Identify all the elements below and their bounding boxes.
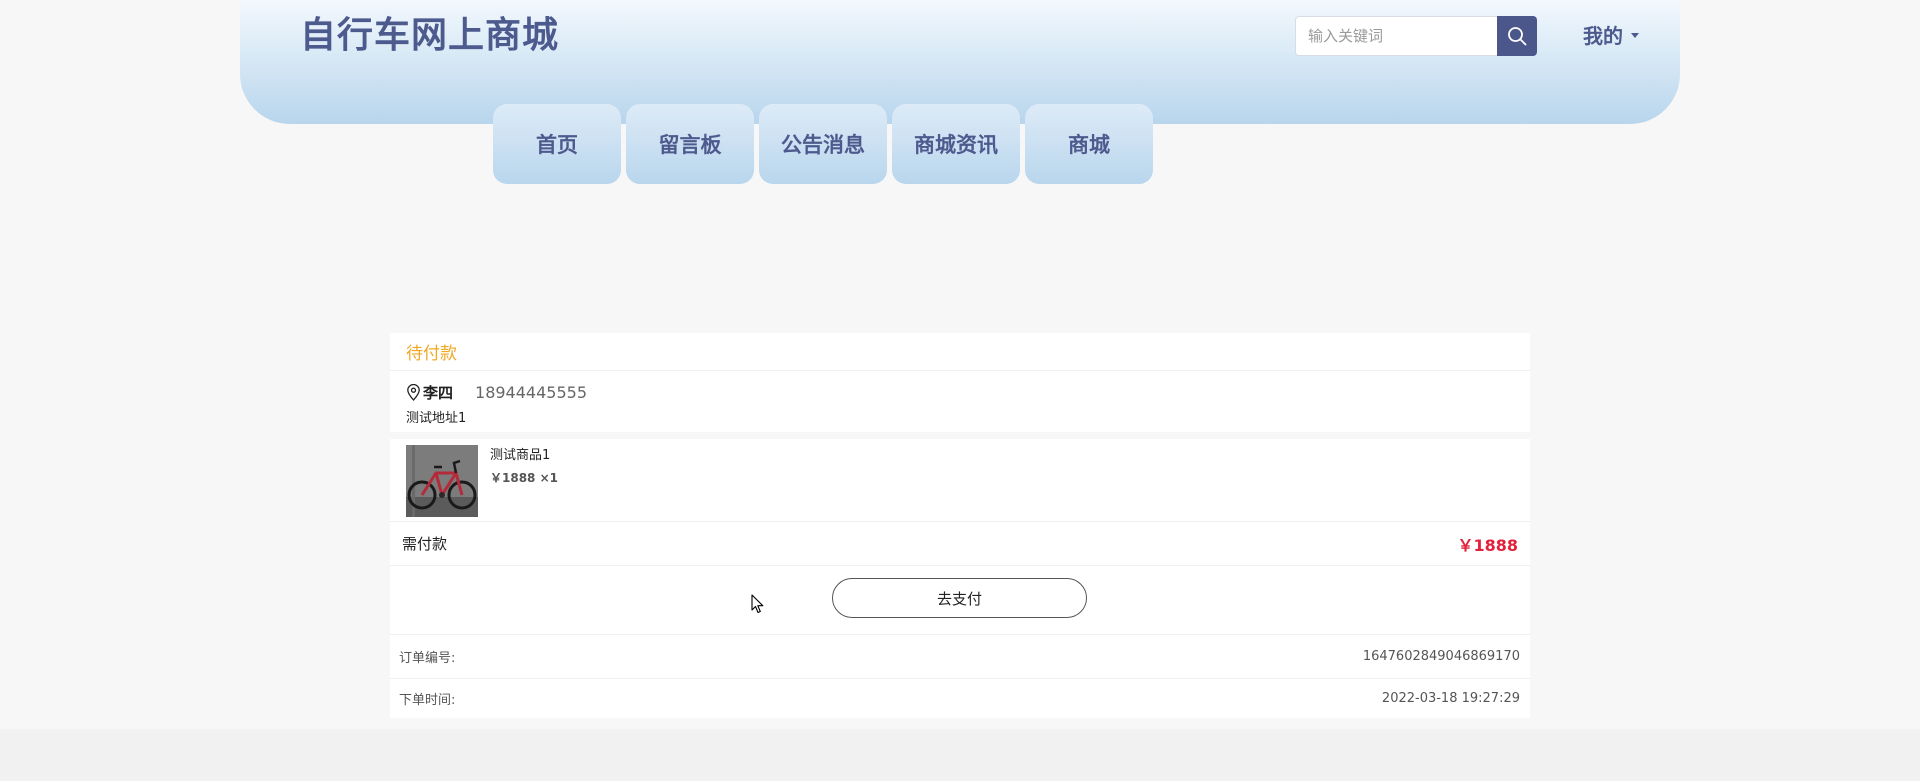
section-divider (390, 432, 1530, 439)
order-number-label: 订单编号: (399, 651, 456, 666)
pay-row: 去支付 (390, 566, 1530, 635)
order-status: 待付款 (390, 333, 1530, 371)
order-time-row: 下单时间: 2022-03-18 19:27:29 (390, 679, 1530, 718)
nav-item-home[interactable]: 首页 (493, 104, 621, 184)
mouse-cursor-icon (751, 594, 765, 618)
nav-item-mall-news[interactable]: 商城资讯 (892, 104, 1020, 184)
receiver-name: 李四 (423, 384, 454, 402)
receiver-info: 李四 18944445555 测试地址1 (390, 371, 1530, 432)
receiver-line: 李四 18944445555 (406, 382, 587, 403)
pay-button[interactable]: 去支付 (832, 578, 1087, 618)
main-nav: 首页 留言板 公告消息 商城资讯 商城 (493, 104, 1153, 184)
amount-due-label: 需付款 (402, 535, 448, 553)
receiver-phone: 18944445555 (475, 383, 587, 402)
order-items-section: 测试商品1 ￥1888 ×1 需付款 ￥1888 去支付 订单编号: 16476… (390, 439, 1530, 718)
order-time-label: 下单时间: (399, 693, 456, 708)
order-address-section: 待付款 李四 18944445555 测试地址1 (390, 333, 1530, 432)
search-bar (1295, 16, 1537, 56)
order-time-value: 2022-03-18 19:27:29 (1381, 691, 1520, 706)
user-menu-dropdown[interactable]: 我的 (1583, 20, 1639, 49)
nav-item-announcements[interactable]: 公告消息 (759, 104, 887, 184)
amount-due-row: 需付款 ￥1888 (390, 522, 1530, 566)
page-bottom-background (0, 729, 1920, 781)
bicycle-image (406, 445, 478, 517)
nav-item-message-board[interactable]: 留言板 (626, 104, 754, 184)
amount-due-value: ￥1888 (1457, 535, 1518, 555)
site-title: 自行车网上商城 (300, 15, 560, 56)
search-icon (1506, 25, 1528, 47)
search-input[interactable] (1295, 16, 1497, 56)
product-price-quantity: ￥1888 ×1 (490, 471, 558, 485)
order-number-value: 1647602849046869170 (1362, 649, 1520, 664)
caret-down-icon (1631, 33, 1639, 38)
location-pin-icon (406, 384, 421, 401)
receiver-address: 测试地址1 (406, 411, 467, 426)
nav-item-mall[interactable]: 商城 (1025, 104, 1153, 184)
order-detail-card: 待付款 李四 18944445555 测试地址1 测试商品1 ￥1888 ×1 … (390, 333, 1530, 718)
search-button[interactable] (1497, 16, 1537, 56)
product-item[interactable]: 测试商品1 ￥1888 ×1 (390, 439, 1530, 522)
product-name[interactable]: 测试商品1 (490, 444, 550, 463)
product-image[interactable] (406, 445, 478, 517)
order-number-row: 订单编号: 1647602849046869170 (390, 635, 1530, 679)
user-menu-label: 我的 (1583, 24, 1623, 48)
